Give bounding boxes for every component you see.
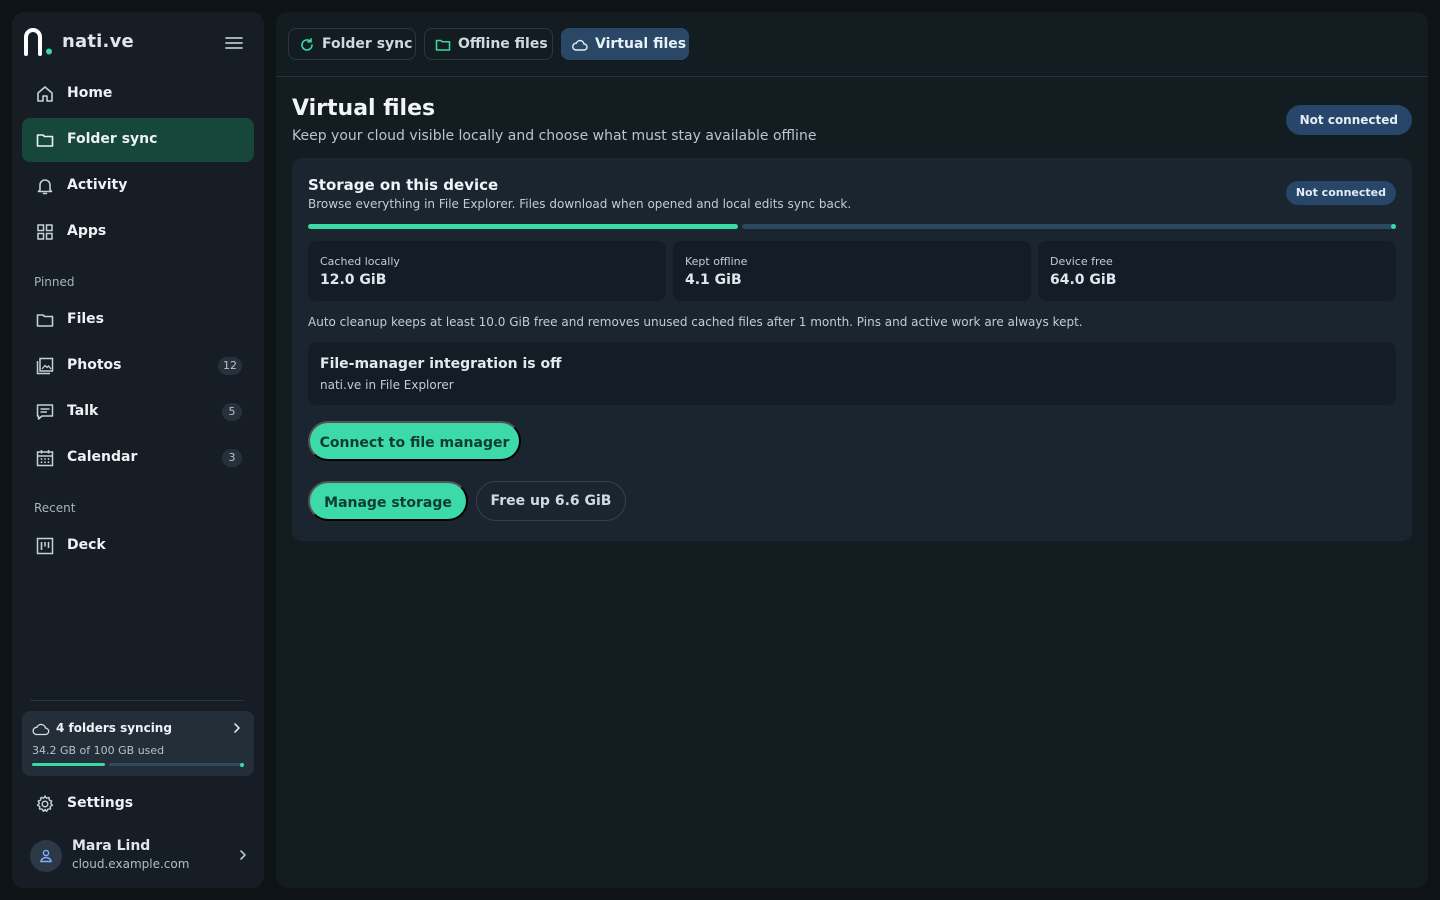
nav-item-label: Activity [67,177,128,193]
storage-usage-free [742,224,1396,229]
storage-title: Storage on this device [308,176,499,194]
avatar [30,840,62,872]
storage-usage-used [308,224,738,229]
tabs-divider [276,76,1428,77]
nav-item-apps[interactable]: Apps [22,210,254,254]
page-title: Virtual files [292,96,436,121]
storage-status-badge: Not connected [1285,181,1396,205]
tab-label: Virtual files [595,36,687,52]
integration-status-card: File-manager integration is off nati.ve … [308,342,1396,405]
cleanup-note: Auto cleanup keeps at least 10.0 GiB fre… [308,315,1083,329]
sync-status-card[interactable]: 4 folders syncing 34.2 GB of 100 GB used [22,711,254,776]
section-label-recent: Recent [34,501,76,515]
calendar-icon [36,450,54,467]
stat-label: Device free [1050,255,1113,268]
connect-file-manager-button[interactable]: Connect to file manager [308,421,521,461]
nav-item-label: Folder sync [67,131,158,147]
sync-card-title: 4 folders syncing [56,721,172,735]
folder-icon [435,39,451,51]
brand-name: nati.ve [62,31,134,52]
storage-usage-bar [308,224,1396,229]
nav-item-label: Home [67,85,113,101]
cloud-icon [32,723,50,736]
brand-logo-icon [24,28,52,56]
grid-icon [37,224,53,240]
home-icon [37,86,53,102]
calendar-count-badge: 3 [222,449,242,467]
sync-card-usage: 34.2 GB of 100 GB used [32,744,165,757]
folder-icon [36,134,54,147]
nav-item-talk[interactable]: Talk 5 [22,390,254,434]
bell-icon [37,179,53,195]
stat-kept-offline: Kept offline 4.1 GiB [673,241,1031,301]
gear-icon [36,795,54,813]
folder-icon [36,314,54,327]
nav-item-label: Settings [67,795,134,811]
nav-item-files[interactable]: Files [22,298,254,342]
user-account[interactable]: Mara Lind cloud.example.com [30,836,250,880]
storage-usage-end-marker [1391,224,1396,229]
tab-offline-files[interactable]: Offline files [424,28,553,60]
deck-icon [36,537,54,555]
nav-item-settings[interactable]: Settings [22,782,254,826]
nav-item-photos[interactable]: Photos 12 [22,344,254,388]
stat-label: Kept offline [685,255,748,268]
storage-panel: Storage on this device Browse everything… [292,158,1412,541]
user-server: cloud.example.com [72,857,190,871]
user-name: Mara Lind [72,838,151,854]
nav-item-label: Apps [67,223,107,239]
stat-value: 4.1 GiB [685,272,742,288]
stat-value: 12.0 GiB [320,272,387,288]
main-content: Folder sync Offline files Virtual files … [276,12,1428,888]
nav-item-label: Files [67,311,104,327]
cloud-icon [572,39,588,51]
photos-count-badge: 12 [218,357,242,375]
refresh-icon [301,38,313,51]
chevron-right-icon [240,850,246,860]
brand: nati.ve [24,28,252,56]
tab-folder-sync[interactable]: Folder sync [288,28,416,60]
integration-subtitle: nati.ve in File Explorer [320,378,454,392]
free-up-space-button[interactable]: Free up 6.6 GiB [476,481,626,521]
stat-label: Cached locally [320,255,400,268]
sidebar: nati.ve Home Folder sync Activity Apps P… [12,12,264,888]
tab-label: Offline files [458,36,548,52]
tab-label: Folder sync [322,36,413,52]
nav-item-calendar[interactable]: Calendar 3 [22,436,254,480]
app-window: nati.ve Home Folder sync Activity Apps P… [0,0,1440,900]
nav-item-label: Talk [67,403,99,419]
nav-item-label: Calendar [67,449,138,465]
photos-icon [36,357,54,375]
tab-virtual-files[interactable]: Virtual files [561,28,689,60]
stat-device-free: Device free 64.0 GiB [1038,241,1396,301]
manage-storage-button[interactable]: Manage storage [308,481,468,521]
connection-status-badge: Not connected [1285,105,1412,135]
nav-item-activity[interactable]: Activity [22,164,254,208]
nav-item-label: Photos [67,357,122,373]
page-subtitle: Keep your cloud visible locally and choo… [292,128,817,144]
quota-progress-end-marker [240,762,244,767]
quota-progress-bar [32,762,244,767]
sidebar-divider [30,700,244,701]
quota-progress-used [32,763,105,766]
hamburger-menu-icon[interactable] [222,32,246,54]
stat-value: 64.0 GiB [1050,272,1117,288]
integration-title: File-manager integration is off [320,356,562,372]
user-icon [40,849,52,863]
chat-icon [36,404,54,420]
nav-item-label: Deck [67,537,106,553]
nav-item-folder-sync[interactable]: Folder sync [22,118,254,162]
stat-cached-locally: Cached locally 12.0 GiB [308,241,666,301]
nav-item-home[interactable]: Home [22,72,254,116]
nav-item-deck[interactable]: Deck [22,524,254,568]
section-label-pinned: Pinned [34,275,75,289]
chevron-right-icon [234,723,240,733]
talk-count-badge: 5 [222,403,242,421]
quota-progress-free [109,763,244,766]
storage-subtitle: Browse everything in File Explorer. File… [308,197,852,211]
